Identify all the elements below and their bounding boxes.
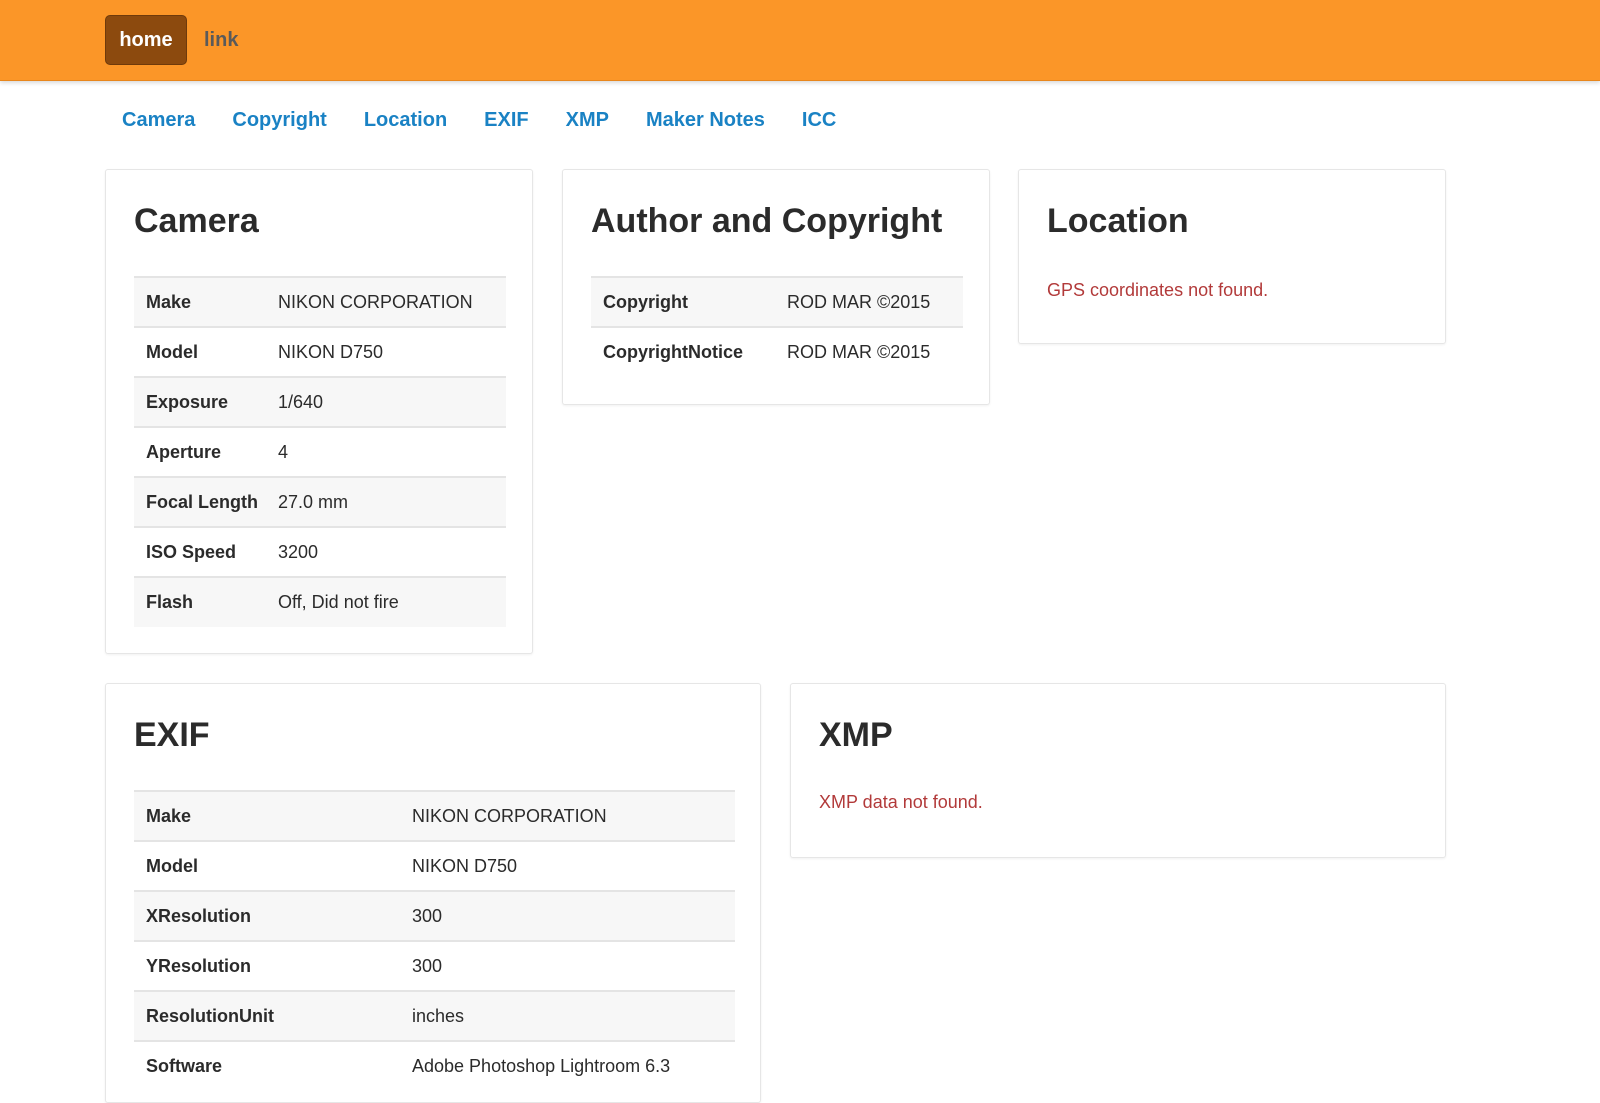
- row-value: NIKON CORPORATION: [278, 276, 506, 327]
- camera-card: Camera Make NIKON CORPORATION Model NIKO…: [105, 169, 533, 654]
- row-value: 3200: [278, 526, 506, 577]
- row-key: ResolutionUnit: [134, 990, 412, 1041]
- row-key: Aperture: [134, 426, 278, 477]
- section-link-exif[interactable]: EXIF: [484, 109, 528, 132]
- exif-table: Make NIKON CORPORATION Model NIKON D750 …: [134, 790, 735, 1091]
- row-value: NIKON D750: [412, 840, 735, 891]
- section-link-location[interactable]: Location: [364, 109, 447, 132]
- row-key: ISO Speed: [134, 526, 278, 577]
- row-value: NIKON CORPORATION: [412, 790, 735, 841]
- section-link-maker-notes[interactable]: Maker Notes: [646, 109, 765, 132]
- row-key: Copyright: [591, 276, 787, 327]
- table-row: Model NIKON D750: [134, 326, 506, 377]
- copyright-title: Author and Copyright: [591, 202, 943, 240]
- section-link-copyright[interactable]: Copyright: [232, 109, 326, 132]
- camera-title: Camera: [134, 202, 259, 240]
- table-row: CopyrightNotice ROD MAR ©2015: [591, 326, 963, 377]
- exif-card: EXIF Make NIKON CORPORATION Model NIKON …: [105, 683, 761, 1103]
- xmp-card: XMP XMP data not found.: [790, 683, 1446, 858]
- exif-title: EXIF: [134, 716, 210, 754]
- home-button[interactable]: home: [105, 15, 187, 65]
- row-value: ROD MAR ©2015: [787, 326, 963, 377]
- row-key: Model: [134, 840, 412, 891]
- xmp-not-found-message: XMP data not found.: [819, 792, 983, 812]
- gps-not-found-message: GPS coordinates not found.: [1047, 280, 1269, 300]
- link-button[interactable]: link: [204, 15, 238, 65]
- row-key: Model: [134, 326, 278, 377]
- table-row: Software Adobe Photoshop Lightroom 6.3: [134, 1040, 735, 1091]
- row-key: Make: [134, 790, 412, 841]
- copyright-table: Copyright ROD MAR ©2015 CopyrightNotice …: [591, 276, 963, 377]
- row-value: NIKON D750: [278, 326, 506, 377]
- row-value: 300: [412, 940, 735, 991]
- row-value: 27.0 mm: [278, 476, 506, 527]
- row-key: Make: [134, 276, 278, 327]
- row-value: inches: [412, 990, 735, 1041]
- row-value: Off, Did not fire: [278, 576, 506, 627]
- table-row: YResolution 300: [134, 940, 735, 991]
- row-key: XResolution: [134, 890, 412, 941]
- location-card: Location GPS coordinates not found.: [1018, 169, 1446, 344]
- table-row: ResolutionUnit inches: [134, 990, 735, 1041]
- section-nav: Camera Copyright Location EXIF XMP Maker…: [122, 103, 873, 137]
- table-row: Copyright ROD MAR ©2015: [591, 276, 963, 327]
- table-row: XResolution 300: [134, 890, 735, 941]
- row-key: Software: [134, 1040, 412, 1091]
- row-value: 4: [278, 426, 506, 477]
- section-link-icc[interactable]: ICC: [802, 109, 836, 132]
- row-key: Exposure: [134, 376, 278, 427]
- copyright-card: Author and Copyright Copyright ROD MAR ©…: [562, 169, 990, 405]
- row-value: 300: [412, 890, 735, 941]
- table-row: Aperture 4: [134, 426, 506, 477]
- row-key: Focal Length: [134, 476, 278, 527]
- row-key: YResolution: [134, 940, 412, 991]
- table-row: Make NIKON CORPORATION: [134, 790, 735, 841]
- row-value: ROD MAR ©2015: [787, 276, 963, 327]
- camera-table: Make NIKON CORPORATION Model NIKON D750 …: [134, 276, 506, 627]
- xmp-title: XMP: [819, 716, 893, 754]
- table-row: ISO Speed 3200: [134, 526, 506, 577]
- row-key: CopyrightNotice: [591, 326, 787, 377]
- table-row: Make NIKON CORPORATION: [134, 276, 506, 327]
- table-row: Flash Off, Did not fire: [134, 576, 506, 627]
- top-navbar: home link: [0, 0, 1600, 81]
- section-link-camera[interactable]: Camera: [122, 109, 195, 132]
- section-link-xmp[interactable]: XMP: [566, 109, 609, 132]
- row-value: Adobe Photoshop Lightroom 6.3: [412, 1040, 735, 1091]
- table-row: Exposure 1/640: [134, 376, 506, 427]
- table-row: Focal Length 27.0 mm: [134, 476, 506, 527]
- location-title: Location: [1047, 202, 1189, 240]
- row-key: Flash: [134, 576, 278, 627]
- row-value: 1/640: [278, 376, 506, 427]
- table-row: Model NIKON D750: [134, 840, 735, 891]
